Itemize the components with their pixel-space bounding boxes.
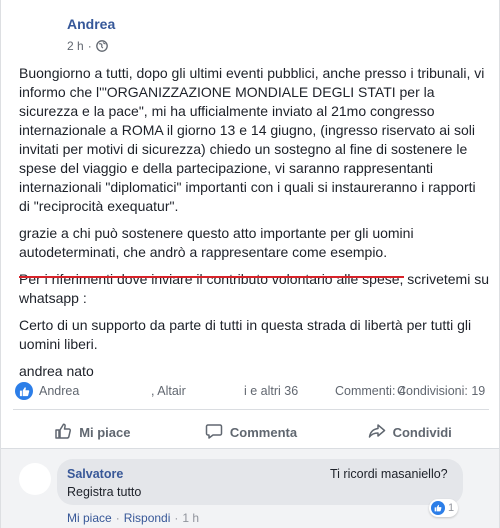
post-meta: 2 h · xyxy=(67,39,108,53)
comment-like-link[interactable]: Mi piace xyxy=(67,511,112,525)
post-paragraph: grazie a chi può sostenere questo atto i… xyxy=(19,225,414,260)
meta-separator: · xyxy=(87,39,92,53)
globe-icon xyxy=(95,40,108,52)
thumbs-up-icon xyxy=(54,422,72,443)
red-underline-annotation xyxy=(19,276,404,278)
comment-reaction-count: 1 xyxy=(448,502,455,514)
comment-reply-link[interactable]: Rispondi xyxy=(124,511,171,525)
comment-text: Registra tutto xyxy=(67,485,142,499)
comment-icon xyxy=(205,422,223,443)
comment-bubble: Salvatore Ti ricordi masaniello? Registr… xyxy=(57,459,463,505)
comment-label: Commenta xyxy=(229,424,298,440)
like-button[interactable]: Mi piace xyxy=(13,416,172,448)
divider xyxy=(13,409,489,410)
post-actions: Mi piace Commenta Condividi xyxy=(13,416,489,448)
post-paragraph: Buongiorno a tutti, dopo gli ultimi even… xyxy=(19,65,485,214)
post-card: Andrea 2 h · Buongiorno a tutti, dopo gl… xyxy=(0,0,500,528)
comment-button[interactable]: Commenta xyxy=(172,416,331,448)
author-avatar[interactable] xyxy=(17,14,57,54)
post-header: Andrea 2 h · xyxy=(1,0,499,60)
comment-timestamp[interactable]: 1 h xyxy=(182,511,199,525)
author-name[interactable]: Andrea xyxy=(67,16,115,32)
reaction-stats: Andrea , Altair i e altri 36 Commenti: 4… xyxy=(15,380,489,404)
share-label: Condividi xyxy=(392,424,452,440)
comments-section: Salvatore Ti ricordi masaniello? Registr… xyxy=(1,448,499,528)
comment-reactions[interactable]: 1 xyxy=(429,499,459,517)
commenter-avatar[interactable] xyxy=(19,463,51,495)
like-reaction-icon[interactable] xyxy=(15,382,33,400)
reactions-others[interactable]: i e altri 36 xyxy=(244,384,298,398)
reactor-name[interactable]: , Altair xyxy=(151,384,186,398)
comments-count[interactable]: Commenti: 4 xyxy=(335,384,406,398)
like-label: Mi piace xyxy=(79,424,131,440)
post-paragraph: andrea nato xyxy=(19,363,94,379)
post-text: Buongiorno a tutti, dopo gli ultimi even… xyxy=(19,64,489,389)
commenter-name[interactable]: Salvatore xyxy=(67,467,123,481)
comment-action-separator: · xyxy=(115,511,120,525)
comment-actions: Mi piace · Rispondi · 1 h xyxy=(67,511,199,525)
shares-count[interactable]: Condivisioni: 19 xyxy=(397,384,485,398)
post-timestamp[interactable]: 2 h xyxy=(67,39,84,53)
share-icon xyxy=(368,422,386,443)
comment-action-separator: · xyxy=(174,511,179,525)
comment-text: Ti ricordi masaniello? xyxy=(330,467,448,481)
like-reaction-icon xyxy=(431,501,445,515)
share-button[interactable]: Condividi xyxy=(330,416,489,448)
post-paragraph: Certo di un supporto da parte di tutti i… xyxy=(19,317,472,352)
reactor-name[interactable]: Andrea xyxy=(39,384,79,398)
